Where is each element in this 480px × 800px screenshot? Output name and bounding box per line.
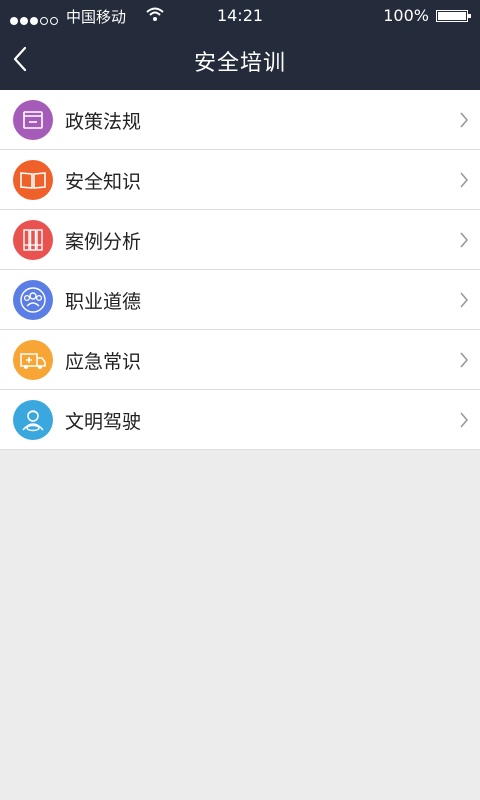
book-icon — [13, 160, 53, 200]
chevron-right-icon — [460, 292, 469, 308]
chevron-right-icon — [460, 352, 469, 368]
battery-icon — [436, 10, 471, 22]
menu-item-policy[interactable]: 政策法规 — [0, 90, 480, 150]
status-bar: 中国移动 14:21 100% — [0, 0, 480, 30]
document-icon — [13, 100, 53, 140]
menu-item-emergency[interactable]: 应急常识 — [0, 330, 480, 390]
menu-item-case-analysis[interactable]: 案例分析 — [0, 210, 480, 270]
group-icon — [13, 280, 53, 320]
menu-item-label: 案例分析 — [65, 231, 142, 253]
page-title: 安全培训 — [193, 51, 286, 76]
menu-item-label: 政策法规 — [65, 111, 142, 133]
chevron-right-icon — [460, 232, 469, 248]
menu-item-label: 安全知识 — [65, 171, 142, 193]
chevron-right-icon — [460, 412, 469, 428]
menu-item-safety-knowledge[interactable]: 安全知识 — [0, 150, 480, 210]
binders-icon — [13, 220, 53, 260]
training-menu-list: 政策法规 安全知识 案例分析 职业道德 应急常识 文明驾驶 — [0, 90, 480, 450]
ambulance-icon — [13, 340, 53, 380]
driver-icon — [13, 400, 53, 440]
menu-item-label: 应急常识 — [65, 351, 142, 373]
app-header: 中国移动 14:21 100% 安全培训 — [0, 0, 480, 90]
menu-item-civilized-driving[interactable]: 文明驾驶 — [0, 390, 480, 450]
menu-item-label: 文明驾驶 — [65, 411, 142, 433]
chevron-right-icon — [460, 112, 469, 128]
menu-item-professional-ethics[interactable]: 职业道德 — [0, 270, 480, 330]
battery-percentage: 100% — [383, 6, 429, 25]
chevron-right-icon — [460, 172, 469, 188]
menu-item-label: 职业道德 — [65, 291, 142, 313]
